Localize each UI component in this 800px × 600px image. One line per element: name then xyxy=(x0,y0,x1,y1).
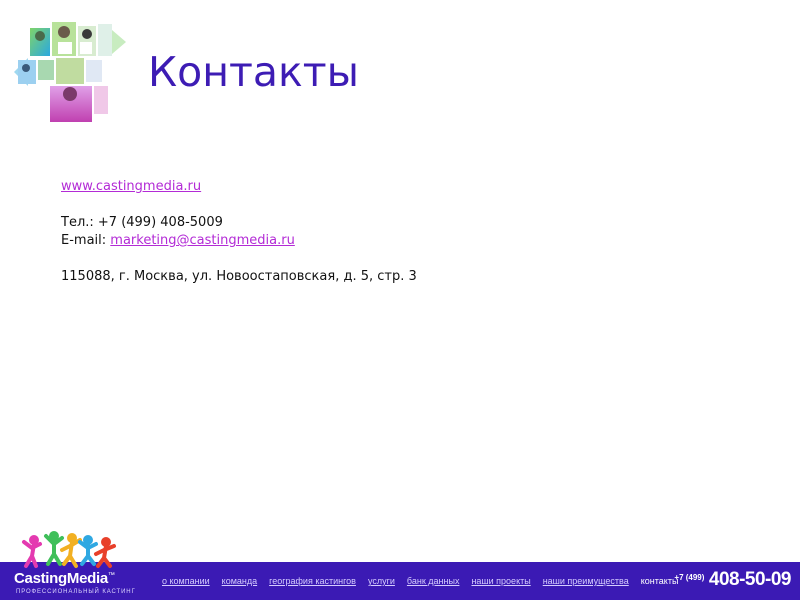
nav-link-services[interactable]: услуги xyxy=(368,576,395,586)
phone-number: 408-50-09 xyxy=(708,569,792,590)
address-text: 115088, г. Москва, ул. Новоостаповская, … xyxy=(61,269,417,284)
nav-link-contacts: контакты xyxy=(640,576,679,586)
phone-code: +7 (499) xyxy=(674,573,705,582)
website-link[interactable]: www.castingmedia.ru xyxy=(61,179,201,194)
nav-link-geography[interactable]: география кастингов xyxy=(269,576,356,586)
brand-tagline: ПРОФЕССИОНАЛЬНЫЙ КАСТИНГ xyxy=(16,589,136,595)
page-title: Контакты xyxy=(148,48,360,96)
brand-name-text: CastingMedia xyxy=(14,570,108,587)
phone-text: Тел.: +7 (499) 408-5009 xyxy=(61,215,223,230)
nav-link-database[interactable]: банк данных xyxy=(407,576,460,586)
nav-link-about[interactable]: о компании xyxy=(162,576,210,586)
email-link[interactable]: marketing@castingmedia.ru xyxy=(110,233,295,248)
logo-collage-image xyxy=(14,22,126,122)
footer-nav: о компании команда география кастингов у… xyxy=(162,576,678,586)
nav-link-advantages[interactable]: наши преимущества xyxy=(543,576,629,586)
footer-phone: +7 (499) 408-50-09 xyxy=(674,569,791,591)
email-row: E-mail: marketing@castingmedia.ru xyxy=(61,232,417,250)
brand-name: CastingMedia™ xyxy=(14,570,115,587)
email-label: E-mail: xyxy=(61,233,111,248)
trademark-mark: ™ xyxy=(107,572,115,579)
nav-link-projects[interactable]: наши проекты xyxy=(471,576,530,586)
nav-link-team[interactable]: команда xyxy=(222,576,257,586)
contact-info: www.castingmedia.ru Тел.: +7 (499) 408-5… xyxy=(61,178,417,286)
